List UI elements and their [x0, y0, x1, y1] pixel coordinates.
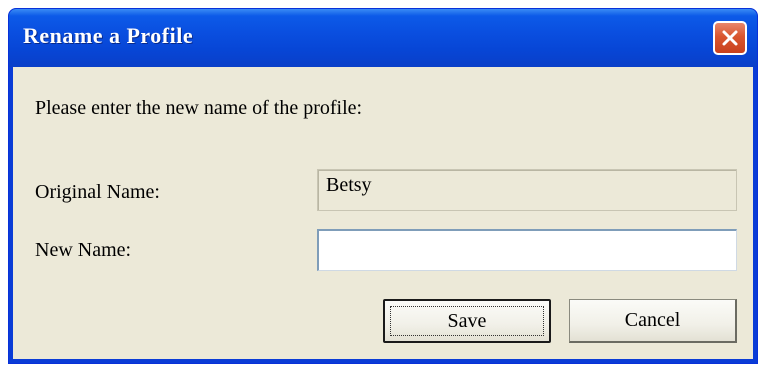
- dialog-body: Please enter the new name of the profile…: [13, 67, 753, 359]
- rename-profile-dialog: Rename a Profile Please enter the new na…: [8, 8, 758, 364]
- dialog-title: Rename a Profile: [23, 23, 194, 48]
- save-button[interactable]: Save: [383, 299, 551, 343]
- focus-indicator: [390, 306, 544, 336]
- close-x-icon: [720, 28, 740, 48]
- original-name-field: Betsy: [317, 169, 737, 211]
- new-name-label: New Name:: [35, 239, 132, 261]
- original-name-label: Original Name:: [35, 181, 160, 203]
- cancel-button-label: Cancel: [624, 309, 681, 331]
- new-name-input[interactable]: [317, 229, 737, 271]
- prompt-text: Please enter the new name of the profile…: [35, 97, 363, 119]
- cancel-button[interactable]: Cancel: [569, 299, 737, 343]
- close-button[interactable]: [713, 21, 747, 55]
- title-bar[interactable]: Rename a Profile: [9, 9, 757, 67]
